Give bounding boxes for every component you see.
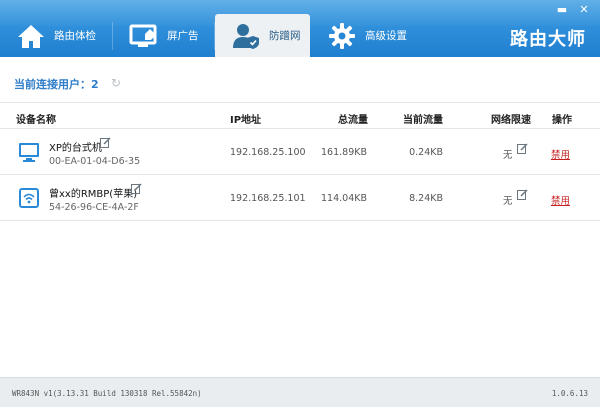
tab-router-checkup[interactable]: 路由体检 xyxy=(0,14,110,57)
firmware-version: WR843N v1(3.13.31 Build 130318 Rel.55842… xyxy=(12,389,202,398)
col-total-traffic: 总流量 xyxy=(338,115,368,126)
close-button[interactable]: ✕ xyxy=(574,3,594,17)
edit-name-icon[interactable] xyxy=(131,183,142,194)
status-bar: WR843N v1(3.13.31 Build 130318 Rel.55842… xyxy=(0,377,600,407)
tab-label: 屏广告 xyxy=(167,30,199,42)
main-panel: 当前连接用户：2 ↻ 设备名称 IP地址 总流量 当前流量 网络限速 操作 XP… xyxy=(0,57,600,377)
tab-label: 路由体检 xyxy=(54,30,96,42)
device-ip: 192.168.25.101 xyxy=(230,193,306,204)
device-mac: 00-EA-01-04-D6-35 xyxy=(49,156,141,167)
minimize-button[interactable]: ▬ xyxy=(552,3,572,17)
table-row: 曾xx的RMBP(苹果) 54-26-96-CE-4A-2F 192.168.2… xyxy=(0,176,600,221)
gear-icon xyxy=(325,21,359,51)
col-device-name: 设备名称 xyxy=(16,115,56,126)
home-icon xyxy=(14,21,48,51)
brand-logo-text: 路由大师 xyxy=(510,29,586,50)
monitor-icon xyxy=(18,141,40,163)
device-total-traffic: 114.04KB xyxy=(321,193,367,204)
device-speed-limit: 无 xyxy=(503,196,513,207)
tab-advanced-settings[interactable]: 高级设置 xyxy=(311,14,421,57)
device-current-traffic: 0.24KB xyxy=(409,147,443,158)
tab-label: 防蹭网 xyxy=(269,30,301,42)
device-name: 曾xx的RMBP(苹果) xyxy=(49,189,138,200)
disable-link[interactable]: 禁用 xyxy=(551,193,570,207)
connected-users-count: 当前连接用户：2 xyxy=(14,78,99,91)
app-version: 1.0.6.13 xyxy=(551,389,588,398)
table-row: XP的台式机 00-EA-01-04-D6-35 192.168.25.100 … xyxy=(0,130,600,175)
device-total-traffic: 161.89KB xyxy=(321,147,367,158)
tab-block-ads[interactable]: 屏广告 xyxy=(113,14,213,57)
col-ip: IP地址 xyxy=(230,115,262,126)
top-bar: ▬ ✕ 路由体检 屏广告 防蹭网 高级设置 路由大师 xyxy=(0,0,600,57)
monitor-edit-icon xyxy=(127,21,161,51)
tab-anti-freeload[interactable]: 防蹭网 xyxy=(215,14,310,57)
disable-link[interactable]: 禁用 xyxy=(551,147,570,161)
col-action: 操作 xyxy=(552,115,572,126)
device-name: XP的台式机 xyxy=(49,143,102,154)
window-controls: ▬ ✕ xyxy=(552,3,594,17)
device-current-traffic: 8.24KB xyxy=(409,193,443,204)
col-current-traffic: 当前流量 xyxy=(403,115,443,126)
device-speed-limit: 无 xyxy=(503,150,513,161)
refresh-icon[interactable]: ↻ xyxy=(111,76,121,90)
device-mac: 54-26-96-CE-4A-2F xyxy=(49,202,139,213)
col-speed-limit: 网络限速 xyxy=(491,115,531,126)
user-shield-icon xyxy=(229,21,263,51)
edit-name-icon[interactable] xyxy=(100,137,111,148)
tab-label: 高级设置 xyxy=(365,30,407,42)
device-ip: 192.168.25.100 xyxy=(230,147,306,158)
edit-limit-icon[interactable] xyxy=(517,143,528,154)
edit-limit-icon[interactable] xyxy=(517,189,528,200)
wifi-device-icon xyxy=(18,187,40,209)
table-header: 设备名称 IP地址 总流量 当前流量 网络限速 操作 xyxy=(0,102,600,129)
